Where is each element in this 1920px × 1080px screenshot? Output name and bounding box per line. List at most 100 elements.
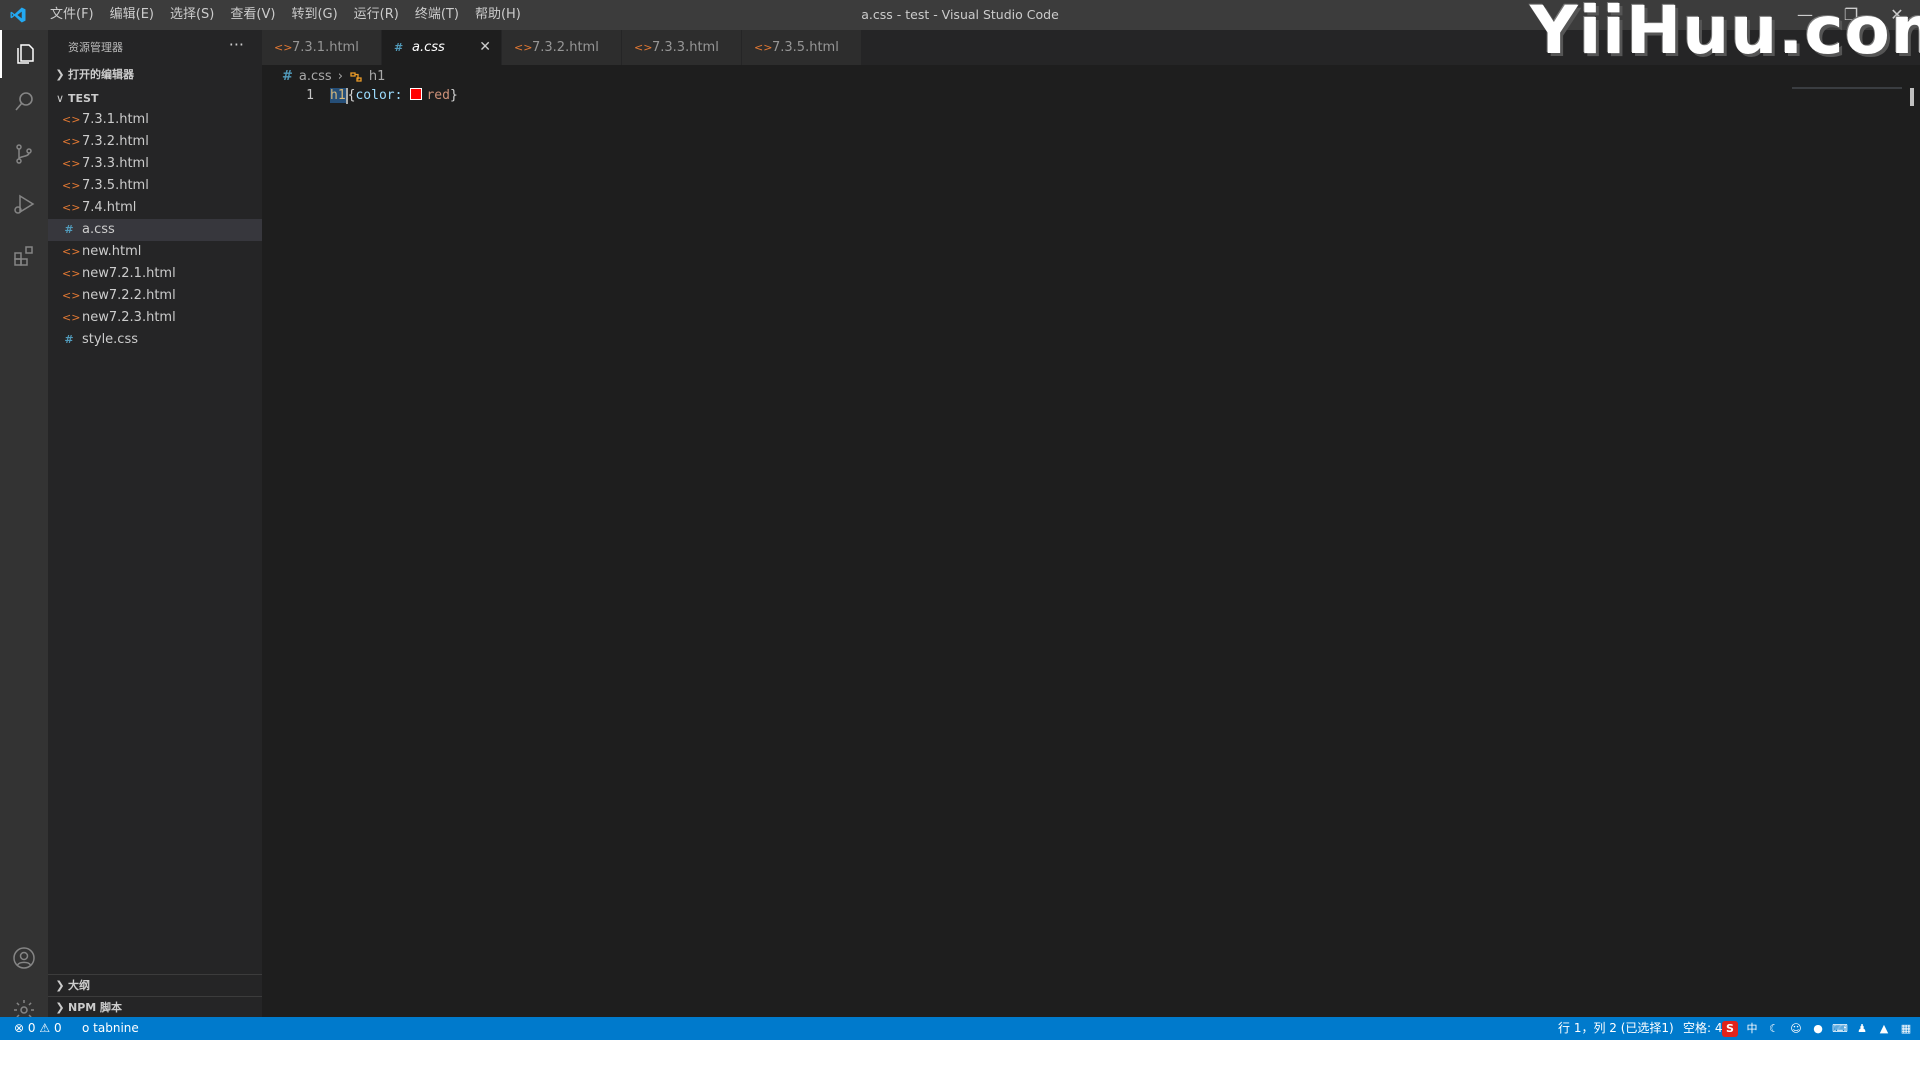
close-tab-icon[interactable]: ✕: [479, 30, 491, 65]
emoji-icon[interactable]: ☺: [1788, 1021, 1804, 1037]
menu-selection[interactable]: 选择(S): [162, 0, 222, 30]
open-editors-section[interactable]: ❯ 打开的编辑器: [48, 64, 262, 86]
symbol-class-icon: [350, 72, 362, 82]
tab-label: 7.3.3.html: [652, 40, 719, 55]
npm-scripts-label: NPM 脚本: [68, 1001, 123, 1014]
file-name: 7.3.1.html: [82, 112, 149, 127]
menu-file[interactable]: 文件(F): [42, 0, 102, 30]
account-icon[interactable]: [0, 934, 48, 982]
tab-7-3-5-html[interactable]: <> 7.3.5.html: [742, 30, 862, 65]
warning-icon: ⚠: [39, 1021, 51, 1035]
menu-view[interactable]: 查看(V): [222, 0, 283, 30]
file-item[interactable]: <> 7.3.2.html: [48, 131, 262, 153]
scrollbar-thumb[interactable]: [1910, 88, 1914, 106]
file-name: new7.2.1.html: [82, 266, 176, 281]
close-brace: }: [449, 88, 458, 103]
explorer-icon[interactable]: [0, 30, 48, 78]
status-bar: ⊗ 0 ⚠ 0 o tabnine 行 1，列 2 (已选择1) 空格: 4 S…: [0, 1017, 1920, 1040]
keyboard-icon[interactable]: ⌨: [1832, 1021, 1848, 1037]
file-item[interactable]: <> new7.2.1.html: [48, 263, 262, 285]
breadcrumb-file[interactable]: a.css: [299, 66, 332, 88]
file-name: 7.3.5.html: [82, 178, 149, 193]
menu-edit[interactable]: 编辑(E): [102, 0, 162, 30]
color-swatch[interactable]: [410, 88, 423, 100]
html-file-icon: <>: [62, 311, 81, 324]
html-file-icon: <>: [274, 41, 293, 54]
file-item-selected[interactable]: # a.css: [48, 219, 262, 241]
moon-icon[interactable]: ☾: [1766, 1021, 1782, 1037]
watermark: YiiHuu.com: [1530, 0, 1920, 69]
html-file-icon: <>: [62, 245, 81, 258]
file-item[interactable]: <> 7.4.html: [48, 197, 262, 219]
folder-section[interactable]: ∨ TEST: [48, 88, 262, 110]
tab-7-3-1-html[interactable]: <> 7.3.1.html: [262, 30, 382, 65]
tab-a-css[interactable]: # a.css ✕: [382, 30, 502, 65]
minimap[interactable]: [1792, 87, 1902, 89]
code-text[interactable]: h1 {color: red}: [330, 86, 458, 105]
npm-scripts-section[interactable]: ❯ NPM 脚本: [48, 997, 262, 1019]
file-name: new.html: [82, 244, 142, 259]
grid-icon[interactable]: ▦: [1898, 1021, 1914, 1037]
activity-bar: [0, 30, 48, 1020]
file-name: new7.2.3.html: [82, 310, 176, 325]
css-file-icon: #: [64, 333, 74, 346]
file-name: 7.3.3.html: [82, 156, 149, 171]
html-file-icon: <>: [634, 41, 653, 54]
file-name: 7.4.html: [82, 200, 137, 215]
file-item[interactable]: <> 7.3.3.html: [48, 153, 262, 175]
vscode-window: 文件(F) 编辑(E) 选择(S) 查看(V) 转到(G) 运行(R) 终端(T…: [0, 0, 1920, 1040]
html-file-icon: <>: [62, 179, 81, 192]
file-item[interactable]: <> 7.3.5.html: [48, 175, 262, 197]
folder-label: TEST: [68, 92, 99, 105]
file-item[interactable]: # style.css: [48, 329, 262, 351]
cursor-position[interactable]: 行 1，列 2 (已选择1): [1558, 1017, 1674, 1040]
open-editors-label: 打开的编辑器: [68, 68, 134, 81]
outline-label: 大纲: [68, 979, 90, 992]
breadcrumb-symbol[interactable]: h1: [369, 66, 386, 88]
chevron-right-icon: ❯: [55, 979, 65, 992]
vscode-logo-icon: [10, 7, 26, 23]
source-control-icon[interactable]: [0, 130, 48, 178]
line-number: 1: [306, 88, 314, 103]
explorer-sidebar: 资源管理器 ··· ❯ 打开的编辑器 ∨ TEST <> 7.3.1.html <> 7…: [48, 30, 262, 1017]
chinese-mode-icon[interactable]: 中: [1744, 1021, 1760, 1037]
html-file-icon: <>: [62, 113, 81, 126]
file-item[interactable]: <> new.html: [48, 241, 262, 263]
file-item[interactable]: <> new7.2.3.html: [48, 307, 262, 329]
sogou-ime-icon[interactable]: S: [1722, 1020, 1738, 1037]
html-file-icon: <>: [62, 135, 81, 148]
search-icon[interactable]: [0, 78, 48, 126]
more-actions-icon[interactable]: ···: [229, 30, 244, 65]
css-file-icon: #: [64, 223, 74, 236]
user-icon[interactable]: ♟: [1854, 1021, 1870, 1037]
file-item[interactable]: <> new7.2.2.html: [48, 285, 262, 307]
html-file-icon: <>: [62, 289, 81, 302]
ime-tray: S 中 ☾ ☺ ● ⌨ ♟ ▲ ▦: [1716, 1019, 1914, 1038]
tab-7-3-2-html[interactable]: <> 7.3.2.html: [502, 30, 622, 65]
menu-help[interactable]: 帮助(H): [467, 0, 529, 30]
css-selector: h1: [330, 88, 346, 103]
shirt-icon[interactable]: ▲: [1876, 1021, 1892, 1037]
menu-terminal[interactable]: 终端(T): [407, 0, 467, 30]
chevron-right-icon: ›: [337, 69, 343, 84]
run-debug-icon[interactable]: [0, 180, 48, 228]
outline-section[interactable]: ❯ 大纲: [48, 975, 262, 997]
explorer-title: 资源管理器: [68, 41, 123, 54]
tab-label: a.css: [412, 40, 445, 55]
microphone-icon[interactable]: ●: [1810, 1021, 1826, 1037]
css-file-icon: #: [282, 69, 293, 84]
tab-label: 7.3.1.html: [292, 40, 359, 55]
css-property: color:: [355, 88, 403, 103]
extensions-icon[interactable]: [0, 232, 48, 280]
menu-run[interactable]: 运行(R): [346, 0, 407, 30]
warning-count: 0: [53, 1021, 62, 1035]
file-name: a.css: [82, 222, 115, 237]
file-item[interactable]: <> 7.3.1.html: [48, 109, 262, 131]
menu-go[interactable]: 转到(G): [283, 0, 345, 30]
menu-bar: 文件(F) 编辑(E) 选择(S) 查看(V) 转到(G) 运行(R) 终端(T…: [42, 0, 529, 30]
breadcrumb: # a.css › h1: [282, 66, 391, 88]
problems-indicator[interactable]: ⊗ 0 ⚠ 0: [14, 1017, 62, 1040]
tab-7-3-3-html[interactable]: <> 7.3.3.html: [622, 30, 742, 65]
chevron-right-icon: ❯: [55, 1001, 65, 1014]
tabnine-status[interactable]: o tabnine: [82, 1017, 139, 1040]
